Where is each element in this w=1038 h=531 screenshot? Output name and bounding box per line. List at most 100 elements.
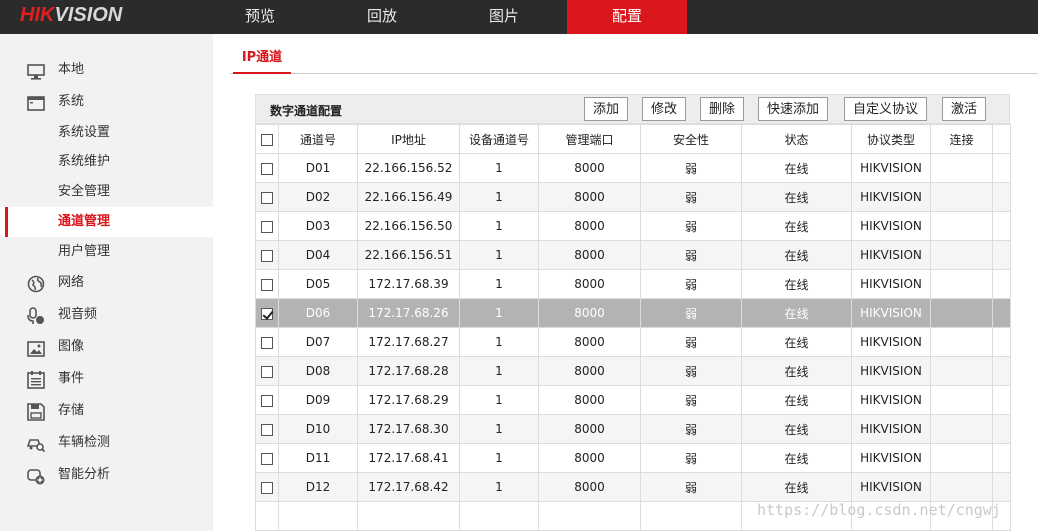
table-row[interactable]: D05 172.17.68.39 1 8000 弱在线 HIKVISION (255, 269, 1011, 299)
nav-tab-preview[interactable]: 预览 (200, 0, 320, 34)
sidebar-item-label: 系统 (58, 94, 85, 109)
sidebar-item-event[interactable]: 事件 (0, 364, 213, 394)
table-row[interactable]: D04 22.166.156.51 1 8000 弱在线 HIKVISION (255, 240, 1011, 270)
row-select-cell[interactable] (255, 443, 279, 473)
cell-ip: 172.17.68.29 (357, 385, 460, 415)
window-icon (27, 94, 45, 111)
cell-proto: HIKVISION (851, 327, 931, 357)
cell-port: 8000 (538, 298, 641, 328)
quick-add-button[interactable]: 快速添加 (758, 97, 829, 121)
row-select-cell[interactable] (255, 327, 279, 357)
row-checkbox[interactable] (261, 365, 273, 378)
sidebar-item-system-settings[interactable]: 系统设置 (0, 118, 213, 148)
sidebar-item-audio-video[interactable]: 视音频 (0, 300, 213, 330)
row-select-cell[interactable] (255, 211, 279, 241)
table-row[interactable]: D10 172.17.68.30 1 8000 弱在线 HIKVISION (255, 414, 1011, 444)
sidebar-item-security-management[interactable]: 安全管理 (0, 177, 213, 207)
cell-port: 8000 (538, 211, 641, 241)
row-checkbox[interactable] (261, 191, 273, 204)
cell-filler (992, 211, 1011, 241)
cell-connection (930, 414, 993, 444)
table-row[interactable]: D06 172.17.68.26 1 8000 弱在线 HIKVISION (255, 298, 1011, 328)
select-all-checkbox[interactable] (261, 133, 273, 146)
cell-ch: D10 (278, 414, 358, 444)
table-row[interactable]: D09 172.17.68.29 1 8000 弱在线 HIKVISION (255, 385, 1011, 415)
activate-button[interactable]: 激活 (942, 97, 987, 121)
sidebar-item-vehicle-detection[interactable]: 车辆检测 (0, 428, 213, 458)
sidebar-item-label: 网络 (58, 275, 85, 290)
table-row[interactable]: D07 172.17.68.27 1 8000 弱在线 HIKVISION (255, 327, 1011, 357)
row-checkbox[interactable] (261, 162, 273, 175)
row-checkbox[interactable] (261, 394, 273, 407)
sidebar-item-storage[interactable]: 存储 (0, 396, 213, 426)
row-checkbox[interactable] (261, 423, 273, 436)
cell-connection (930, 240, 993, 270)
row-checkbox[interactable] (261, 336, 273, 349)
cell-devch: 1 (459, 414, 539, 444)
row-select-cell[interactable] (255, 240, 279, 270)
sidebar-item-smart-analysis[interactable]: 智能分析 (0, 460, 213, 490)
digital-channel-panel: 数字通道配置 添加 修改 删除 快速添加 自定义协议 激活 通道号 IP地址 设… (255, 94, 1011, 531)
image-icon (27, 339, 45, 357)
table-row[interactable]: D11 172.17.68.41 1 8000 弱在线 HIKVISION (255, 443, 1011, 473)
row-checkbox[interactable] (261, 249, 273, 262)
sidebar-item-user-management[interactable]: 用户管理 (0, 237, 213, 267)
cell-connection (930, 385, 993, 415)
row-checkbox[interactable] (261, 307, 273, 320)
nav-tab-playback[interactable]: 回放 (322, 0, 442, 34)
smart-analysis-icon (27, 467, 45, 485)
modify-button[interactable]: 修改 (642, 97, 687, 121)
cell-proto: HIKVISION (851, 182, 931, 212)
cell-status: 在线 (741, 182, 852, 212)
table-row[interactable]: D02 22.166.156.49 1 8000 弱在线 HIKVISION (255, 182, 1011, 212)
sidebar-item-label: 系统维护 (58, 154, 111, 169)
sidebar-item-image[interactable]: 图像 (0, 332, 213, 362)
table-row[interactable]: D03 22.166.156.50 1 8000 弱在线 HIKVISION (255, 211, 1011, 241)
cell-status: 在线 (741, 385, 852, 415)
table-row[interactable]: D12 172.17.68.42 1 8000 弱在线 HIKVISION (255, 472, 1011, 502)
row-select-cell[interactable] (255, 153, 279, 183)
cell-port: 8000 (538, 356, 641, 386)
table-body: D01 22.166.156.52 1 8000 弱在线 HIKVISION D02 22.1… (255, 153, 1011, 531)
sidebar-item-network[interactable]: 网络 (0, 268, 213, 298)
sidebar-item-channel-management[interactable]: 通道管理 (0, 207, 213, 237)
delete-button[interactable]: 删除 (700, 97, 745, 121)
nav-tab-configuration[interactable]: 配置 (567, 0, 687, 34)
empty-cell (459, 501, 539, 531)
row-select-cell[interactable] (255, 356, 279, 386)
cell-sec: 弱 (640, 240, 742, 270)
row-checkbox[interactable] (261, 452, 273, 465)
custom-protocol-button[interactable]: 自定义协议 (844, 97, 928, 121)
cell-proto: HIKVISION (851, 414, 931, 444)
empty-cell (357, 501, 460, 531)
sidebar-item-system-maintenance[interactable]: 系统维护 (0, 147, 213, 177)
row-select-cell[interactable] (255, 385, 279, 415)
sidebar-item-local[interactable]: 本地 (0, 55, 213, 85)
globe-icon (27, 275, 45, 293)
row-select-cell[interactable] (255, 182, 279, 212)
cell-port: 8000 (538, 443, 641, 473)
tab-ip-channel[interactable]: IP通道 (233, 46, 291, 74)
cell-status: 在线 (741, 443, 852, 473)
column-header: 通道号 (278, 124, 358, 154)
select-all-cell[interactable] (255, 124, 279, 154)
row-select-cell[interactable] (255, 269, 279, 299)
table-row[interactable]: D01 22.166.156.52 1 8000 弱在线 HIKVISION (255, 153, 1011, 183)
microphone-icon (27, 307, 45, 324)
row-checkbox[interactable] (261, 278, 273, 291)
nav-tab-picture[interactable]: 图片 (444, 0, 564, 34)
row-select-cell[interactable] (255, 298, 279, 328)
row-select-cell[interactable] (255, 472, 279, 502)
hikvision-logo: HIKVISION (20, 4, 122, 27)
row-select-cell[interactable] (255, 414, 279, 444)
cell-sec: 弱 (640, 269, 742, 299)
cell-connection (930, 472, 993, 502)
row-checkbox[interactable] (261, 220, 273, 233)
add-button[interactable]: 添加 (584, 97, 629, 121)
sidebar-item-label: 本地 (58, 62, 85, 77)
cell-ip: 22.166.156.50 (357, 211, 460, 241)
row-checkbox[interactable] (261, 481, 273, 494)
sidebar-item-label: 车辆检测 (58, 435, 111, 450)
sidebar-item-system[interactable]: 系统 (0, 87, 213, 117)
table-row[interactable]: D08 172.17.68.28 1 8000 弱在线 HIKVISION (255, 356, 1011, 386)
